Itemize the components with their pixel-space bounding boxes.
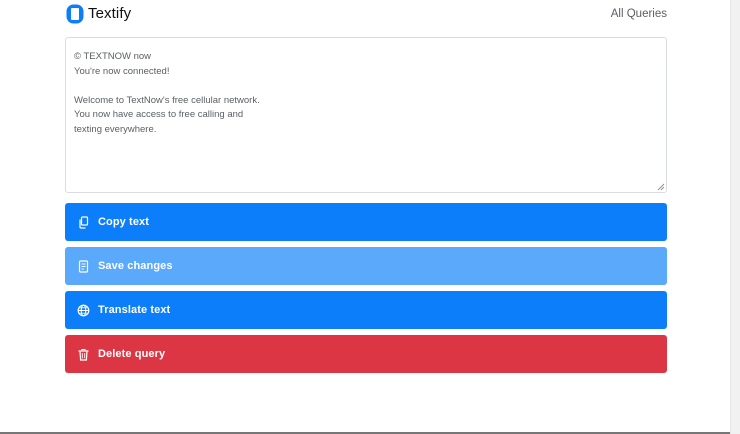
query-text[interactable]: © TEXTNOW now You're now connected! Welc… xyxy=(74,50,658,138)
page: Textify All Queries © TEXTNOW now You're… xyxy=(0,0,740,434)
delete-query-label: Delete query xyxy=(98,348,166,360)
navbar: Textify All Queries xyxy=(65,0,667,30)
delete-query-button[interactable]: Delete query xyxy=(65,335,667,373)
brand-name: Textify xyxy=(88,5,132,22)
save-changes-label: Save changes xyxy=(98,260,173,272)
globe-icon xyxy=(77,304,90,316)
trash-icon xyxy=(78,348,89,361)
translate-text-label: Translate text xyxy=(98,304,171,316)
save-icon xyxy=(78,259,89,273)
query-text-area[interactable]: © TEXTNOW now You're now connected! Welc… xyxy=(65,37,667,193)
logo-icon xyxy=(66,4,84,24)
all-queries-link[interactable]: All Queries xyxy=(611,6,667,22)
brand-link[interactable]: Textify xyxy=(65,3,131,25)
translate-text-button[interactable]: Translate text xyxy=(65,291,667,329)
copy-text-label: Copy text xyxy=(98,216,150,228)
resize-handle-icon[interactable] xyxy=(656,182,665,191)
copy-icon xyxy=(79,215,89,229)
save-changes-button[interactable]: Save changes xyxy=(65,247,667,285)
copy-text-button[interactable]: Copy text xyxy=(65,203,667,241)
window-scrollbar[interactable] xyxy=(730,0,740,434)
